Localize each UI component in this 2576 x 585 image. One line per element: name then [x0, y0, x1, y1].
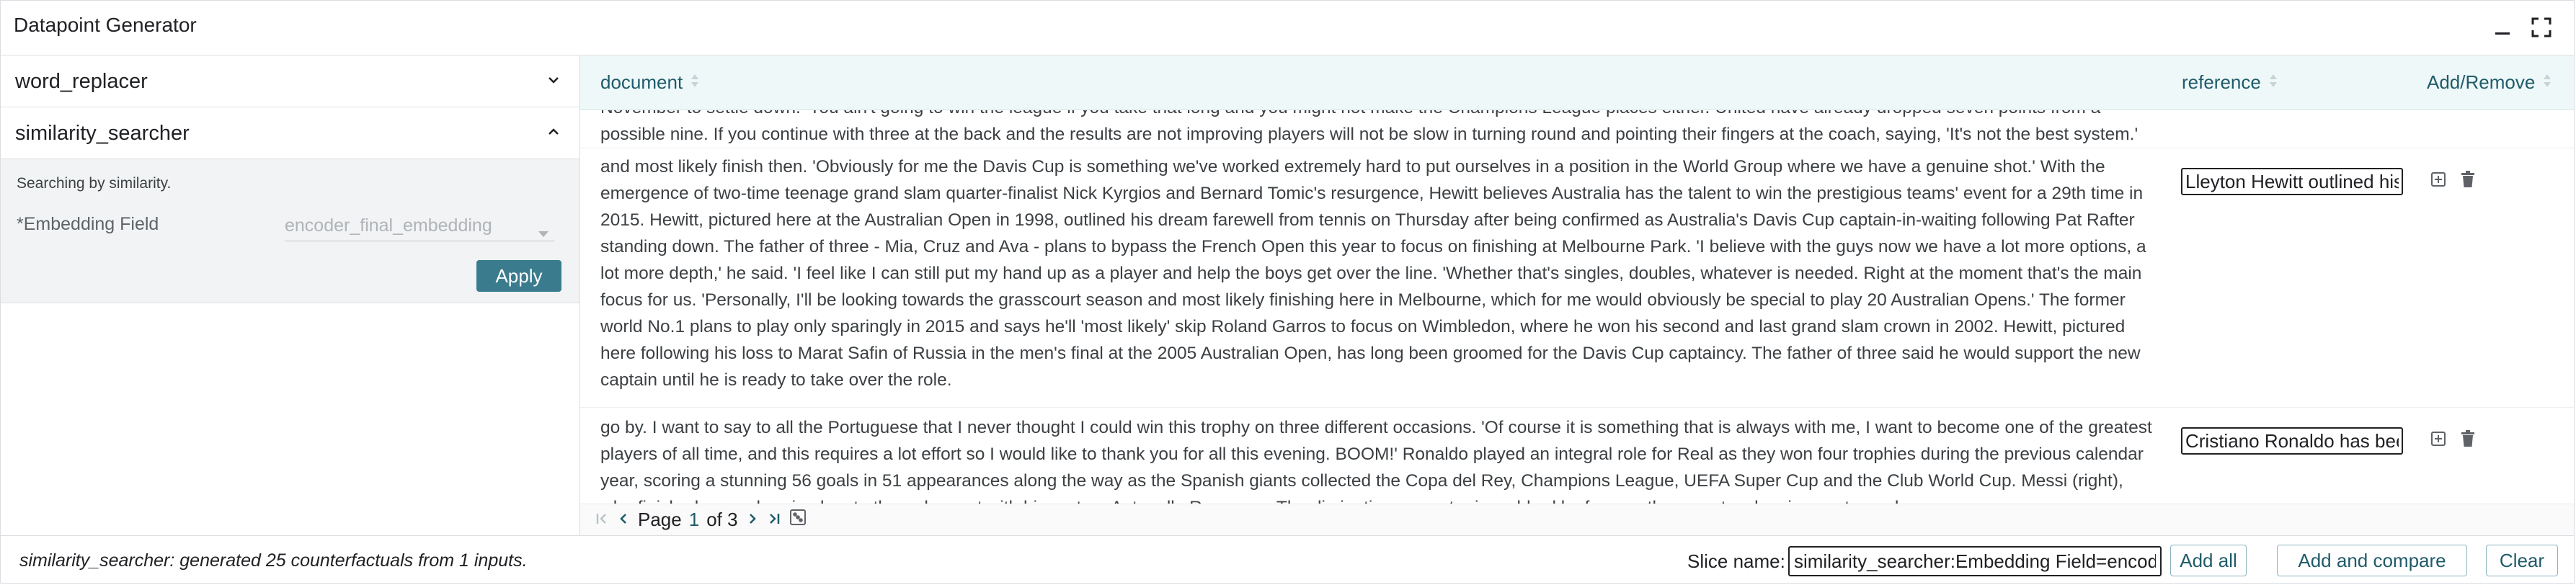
slice-name-input[interactable]	[1788, 546, 2162, 576]
embedding-field-label: *Embedding Field	[17, 214, 159, 234]
last-page-icon[interactable]	[767, 509, 781, 531]
datapoint-table: document reference Add/Remove November	[580, 55, 2574, 535]
column-label: reference	[2182, 71, 2261, 93]
reference-input[interactable]	[2181, 168, 2403, 195]
next-page-icon[interactable]	[745, 509, 760, 531]
clear-button[interactable]: Clear	[2486, 545, 2558, 576]
fullscreen-icon[interactable]	[2531, 17, 2552, 38]
add-icon[interactable]	[2430, 171, 2447, 192]
shuffle-icon[interactable]	[789, 508, 807, 532]
status-message: similarity_searcher: generated 25 counte…	[19, 550, 528, 571]
add-and-compare-button[interactable]: Add and compare	[2277, 545, 2467, 576]
table-cell-document: and most likely finish then. 'Obviously …	[600, 157, 2146, 390]
apply-button[interactable]: Apply	[476, 260, 561, 292]
window-controls	[2493, 17, 2552, 38]
window-title: Datapoint Generator	[14, 14, 197, 36]
status-bar: similarity_searcher: generated 25 counte…	[1, 535, 2574, 584]
embedding-field-value: encoder_final_embedding	[285, 215, 492, 236]
dropdown-arrow-icon	[537, 223, 550, 244]
prev-page-icon[interactable]	[616, 509, 631, 531]
sort-icon[interactable]	[690, 71, 700, 94]
sort-icon[interactable]	[2268, 71, 2278, 94]
current-page[interactable]: 1	[689, 509, 699, 531]
page-label: Page	[638, 509, 682, 530]
generator-word-replacer[interactable]: word_replacer	[1, 55, 579, 107]
column-header-reference[interactable]: reference	[2182, 71, 2278, 94]
minimize-icon[interactable]	[2493, 18, 2512, 37]
generator-label: word_replacer	[15, 70, 148, 93]
slice-name-label: Slice name:	[1687, 550, 1785, 572]
embedding-field-select[interactable]: encoder_final_embedding	[285, 215, 554, 241]
generator-label: similarity_searcher	[15, 122, 190, 145]
add-all-button[interactable]: Add all	[2170, 545, 2247, 576]
table-header: document reference Add/Remove	[580, 55, 2574, 110]
chevron-down-icon[interactable]	[545, 71, 562, 92]
delete-icon[interactable]	[2460, 171, 2476, 192]
row-actions	[2430, 171, 2476, 192]
table-pager: Page 1 of 3	[580, 504, 2574, 535]
sort-icon[interactable]	[2542, 71, 2552, 94]
datapoint-generator-window: Datapoint Generator word_replacer simila…	[0, 0, 2575, 584]
column-header-document[interactable]: document	[600, 71, 700, 94]
row-divider	[580, 407, 2574, 408]
generator-similarity-searcher[interactable]: similarity_searcher	[1, 107, 579, 159]
table-body: November to settle down. 'You ain't goin…	[580, 110, 2574, 504]
first-page-icon[interactable]	[595, 509, 609, 531]
add-icon[interactable]	[2430, 430, 2447, 451]
table-cell-document: go by. I want to say to all the Portugue…	[600, 418, 2152, 504]
column-header-add-remove[interactable]: Add/Remove	[2427, 71, 2552, 94]
generator-description: Searching by similarity.	[17, 175, 172, 192]
delete-icon[interactable]	[2460, 430, 2476, 451]
title-bar: Datapoint Generator	[1, 1, 2574, 55]
chevron-up-icon[interactable]	[545, 123, 562, 144]
column-label: Add/Remove	[2427, 71, 2536, 93]
row-actions	[2430, 430, 2476, 451]
table-cell-document: November to settle down. 'You ain't goin…	[600, 110, 2138, 144]
total-pages: of 3	[706, 509, 738, 530]
column-label: document	[600, 71, 683, 93]
generator-sidebar: word_replacer similarity_searcher Search…	[1, 55, 580, 535]
reference-input[interactable]	[2181, 427, 2403, 455]
